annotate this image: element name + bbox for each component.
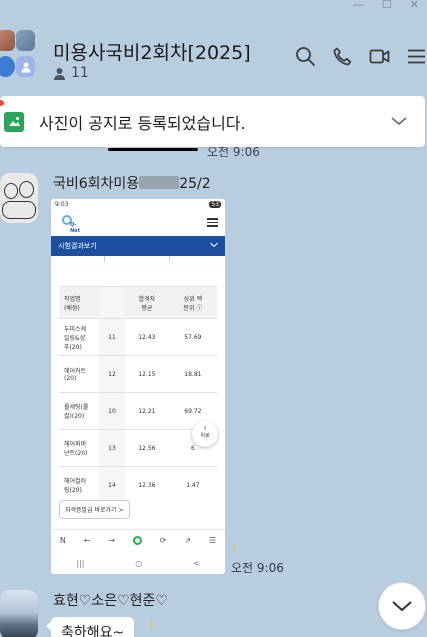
shared-photo[interactable]: 9:03 53 Q-Net 시험결과보기 작업명 (배점) 합격자 평균 상위 … <box>51 199 225 574</box>
new-indicator-dot <box>0 100 4 106</box>
message-bubble[interactable]: 축하해요~ <box>46 617 135 637</box>
table-header <box>99 286 125 319</box>
maximize-button[interactable]: ☐ <box>382 0 392 12</box>
sender-name[interactable]: 국비6회차미용 25/2 <box>53 173 211 193</box>
member-avatar <box>16 30 35 51</box>
photo-notice-icon <box>4 111 24 132</box>
table-header: 합격자 평균 <box>125 286 169 319</box>
person-icon <box>21 62 30 72</box>
header-actions <box>295 46 427 67</box>
member-count[interactable]: 11 <box>53 65 89 81</box>
chat-header: 미용사국비2회차[2025] 11 <box>0 18 427 88</box>
certificate-link-button: 자격증발급 바로가기 > <box>59 500 130 519</box>
unread-count: 1 <box>231 543 238 554</box>
minimize-button[interactable]: — <box>353 0 364 12</box>
table-row: 헤어컬러 링(20) 14 12.36 1.47 <box>59 466 217 504</box>
chat-room-title[interactable]: 미용사국비2회차[2025] <box>53 38 251 65</box>
chevron-down-icon <box>210 242 218 248</box>
previous-message-fragment <box>108 148 198 151</box>
member-count-value: 11 <box>71 65 89 81</box>
sender-avatar[interactable] <box>0 590 38 637</box>
table-row: 두피스케 일링&샴 푸(20) 11 12.43 57.69 <box>59 318 217 356</box>
video-call-icon[interactable] <box>369 46 390 67</box>
window-controls: — ☐ ✕ <box>353 0 427 12</box>
member-avatar <box>0 30 15 51</box>
home-dot-icon <box>132 536 142 545</box>
section-bar: 시험결과보기 <box>51 236 225 256</box>
room-avatar-group[interactable] <box>0 30 40 82</box>
browser-nav-bar: N ← → ⟳ ↗ ☰ <box>51 529 225 551</box>
scroll-to-bottom-button[interactable] <box>378 582 426 630</box>
redacted-text <box>139 176 180 189</box>
sender-name[interactable]: 효현♡소은♡현준♡ <box>53 590 168 610</box>
member-avatar <box>0 56 15 77</box>
score-table: 작업명 (배점) 합격자 평균 상위 백 분위 ⓘ 두피스케 일링&샴 푸(20… <box>59 286 217 504</box>
table-header: 상위 백 분위 ⓘ <box>168 286 217 319</box>
person-icon <box>54 67 65 80</box>
message-time: 오전 9:06 <box>231 561 284 575</box>
sender-avatar[interactable] <box>0 173 38 223</box>
search-icon[interactable] <box>295 46 316 67</box>
chevron-down-icon[interactable] <box>391 114 407 128</box>
phone-status-bar: 9:03 53 <box>55 201 221 208</box>
notice-text: 사진이 공지로 등록되었습니다. <box>39 113 246 133</box>
unread-count: 1 <box>148 620 155 631</box>
scroll-top-button: ↑ 위로 <box>192 421 218 447</box>
table-row: 헤어커트 (20) 12 12.15 18.81 <box>59 355 217 393</box>
android-nav-bar: ||| ○ < <box>76 558 200 568</box>
qnet-header: Q-Net <box>51 210 225 236</box>
message-text: 축하해요~ <box>61 625 125 637</box>
battery-badge: 53 <box>209 201 221 208</box>
chevron-down-icon <box>392 601 412 612</box>
menu-icon <box>207 218 218 227</box>
table-header: 작업명 (배점) <box>59 286 99 319</box>
close-button[interactable]: ✕ <box>410 0 419 12</box>
table-row: 롤세팅(롤 컬)(20) 10 12.21 69.72 <box>59 392 217 430</box>
qnet-logo: Q-Net <box>58 213 82 234</box>
phone-icon[interactable] <box>332 46 353 67</box>
menu-icon[interactable] <box>406 46 427 67</box>
notice-banner[interactable]: 사진이 공지로 등록되었습니다. <box>0 96 425 147</box>
default-profile-avatar <box>16 56 35 77</box>
